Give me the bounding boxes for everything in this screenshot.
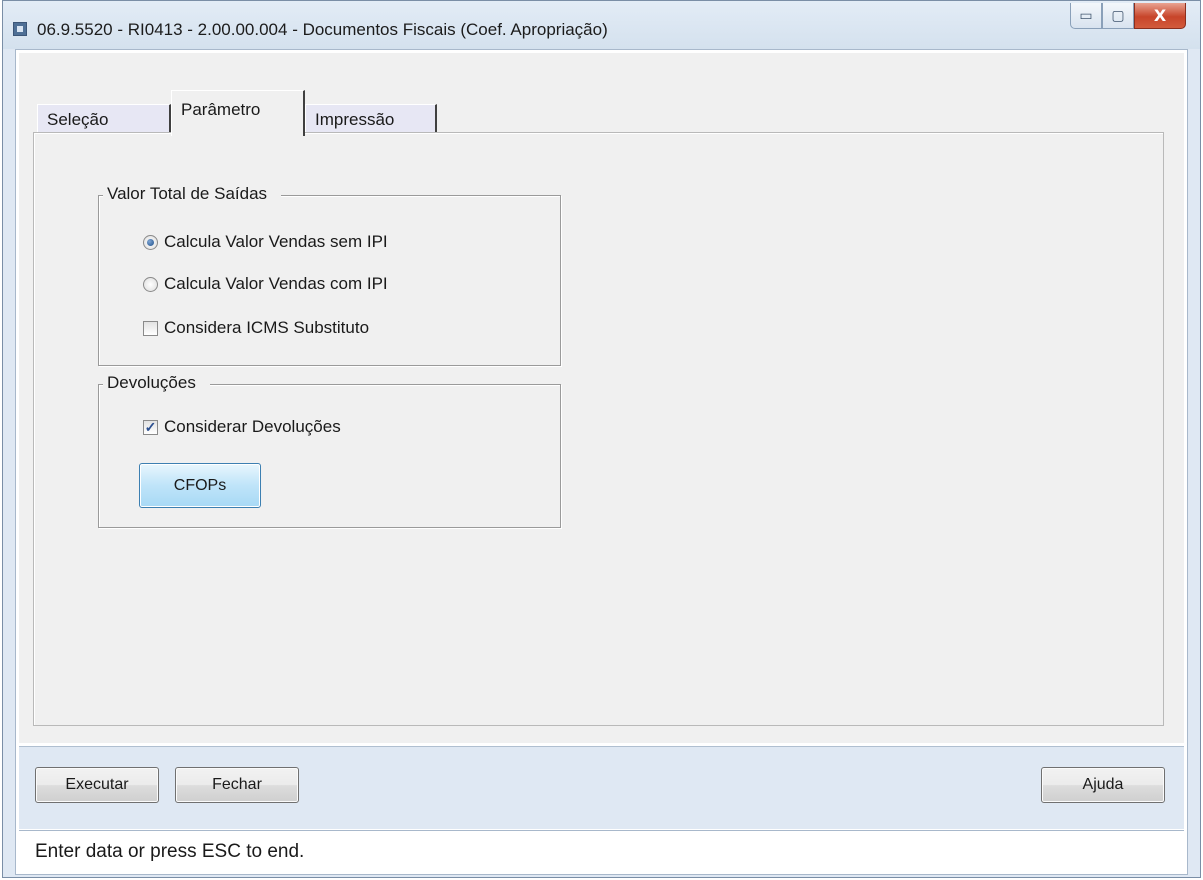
ajuda-button[interactable]: Ajuda (1041, 767, 1165, 803)
checkbox-label: Considera ICMS Substituto (164, 318, 370, 337)
tab-panel-parametro: Valor Total de Saídas Calcula Valor Vend… (33, 132, 1164, 726)
radio-label: Calcula Valor Vendas com IPI (164, 274, 388, 293)
checkbox-considera-icms-substituto[interactable]: Considera ICMS Substituto (143, 318, 369, 338)
radio-calcula-com-ipi[interactable]: Calcula Valor Vendas com IPI (143, 274, 388, 294)
tab-impressao[interactable]: Impressão (305, 104, 437, 132)
radio-unselected-icon[interactable] (143, 276, 158, 292)
dialog-content: Seleção Parâmetro Impressão Valor Total … (15, 49, 1188, 875)
status-bar: Enter data or press ESC to end. (19, 830, 1184, 872)
checkbox-label: Considerar Devoluções (164, 417, 341, 436)
maximize-button[interactable]: ▢ (1102, 3, 1134, 29)
group-valor-total-saidas: Valor Total de Saídas Calcula Valor Vend… (98, 184, 561, 366)
checkbox-considerar-devolucoes[interactable]: ✓ Considerar Devoluções (143, 417, 341, 437)
close-icon: X (1153, 6, 1167, 25)
fechar-button[interactable]: Fechar (175, 767, 299, 803)
window-title: 06.9.5520 - RI0413 - 2.00.00.004 - Docum… (37, 20, 608, 39)
status-text: Enter data or press ESC to end. (35, 841, 305, 862)
minimize-icon: ▭ (1079, 7, 1093, 24)
tab-label: Parâmetro (181, 100, 261, 119)
radio-label: Calcula Valor Vendas sem IPI (164, 232, 388, 251)
group-title: Devoluções (103, 373, 210, 393)
cfops-button[interactable]: CFOPs (139, 463, 261, 508)
caption-buttons: ▭ ▢ X (1070, 3, 1186, 29)
tab-parametro[interactable]: Parâmetro (171, 90, 305, 136)
dialog-window: 06.9.5520 - RI0413 - 2.00.00.004 - Docum… (2, 0, 1201, 878)
app-icon[interactable] (13, 22, 27, 36)
tab-label: Impressão (315, 110, 395, 129)
tab-selecao[interactable]: Seleção (37, 104, 171, 132)
radio-calcula-sem-ipi[interactable]: Calcula Valor Vendas sem IPI (143, 232, 388, 252)
checkbox-unchecked-icon[interactable] (143, 320, 158, 336)
executar-button[interactable]: Executar (35, 767, 159, 803)
minimize-button[interactable]: ▭ (1070, 3, 1102, 29)
title-bar[interactable]: 06.9.5520 - RI0413 - 2.00.00.004 - Docum… (3, 1, 1200, 49)
tab-label: Seleção (47, 110, 109, 129)
tab-area: Seleção Parâmetro Impressão Valor Total … (19, 53, 1184, 743)
group-title: Valor Total de Saídas (103, 184, 282, 204)
close-button[interactable]: X (1134, 3, 1186, 29)
checkbox-checked-icon[interactable]: ✓ (143, 419, 158, 435)
maximize-icon: ▢ (1111, 7, 1125, 24)
radio-selected-icon[interactable] (143, 234, 158, 250)
button-bar: Executar Fechar Ajuda (19, 746, 1184, 829)
